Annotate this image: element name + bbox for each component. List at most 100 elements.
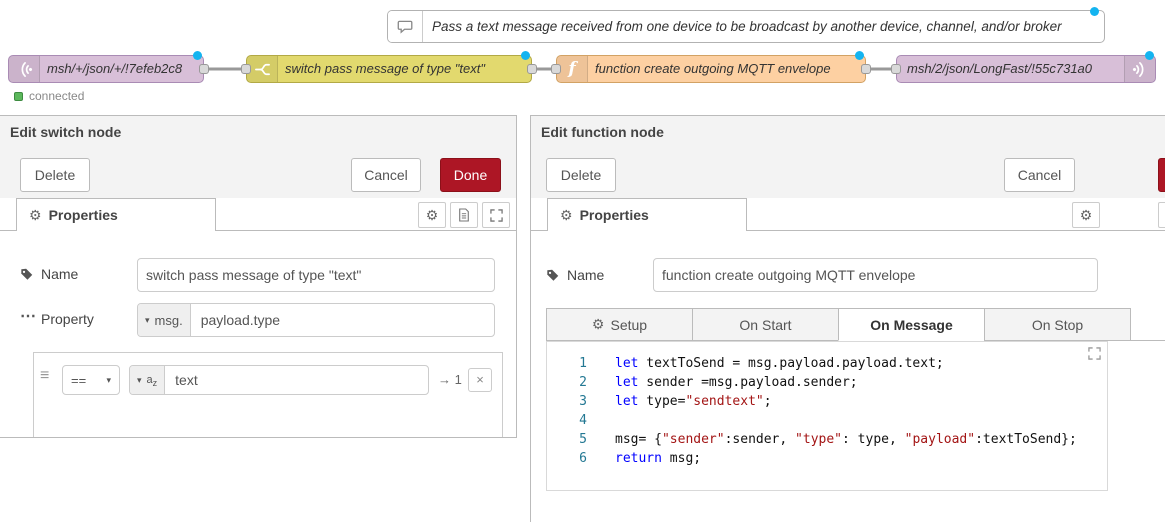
delete-button[interactable]: Delete xyxy=(20,158,90,192)
editor-gutter: 123456 xyxy=(547,342,599,490)
tab-label: On Stop xyxy=(1032,317,1083,333)
code-token: msg; xyxy=(662,451,701,466)
name-label: Name xyxy=(567,267,604,283)
rule-output-label: → 1 xyxy=(438,372,462,387)
mqtt-in-node[interactable]: msh/+/json/+/!7efeb2c8 xyxy=(8,55,204,83)
chevron-down-icon: ▾ xyxy=(137,375,142,386)
input-port[interactable] xyxy=(241,64,251,74)
typed-input-type-label: msg. xyxy=(155,313,183,328)
done-button[interactable]: Done xyxy=(1158,158,1165,192)
code-token: ; xyxy=(764,394,772,409)
name-input[interactable] xyxy=(137,258,495,292)
code-token: msg= { xyxy=(615,432,662,447)
code-line[interactable]: return msg; xyxy=(615,449,1107,468)
rule-typed-input: ▾ az xyxy=(129,365,429,395)
tag-icon xyxy=(546,268,560,287)
status-connected-icon xyxy=(14,92,23,101)
tab-properties[interactable]: ⚙ Properties xyxy=(547,198,747,231)
mqtt-out-node[interactable]: msh/2/json/LongFast/!55c731a0 xyxy=(896,55,1156,83)
tab-on-stop[interactable]: On Stop xyxy=(984,308,1131,341)
name-input[interactable] xyxy=(653,258,1098,292)
switch-node[interactable]: switch pass message of type "text" xyxy=(246,55,532,83)
rule-type-button[interactable]: ▾ az xyxy=(130,366,165,394)
panel-title: Edit switch node xyxy=(0,116,516,148)
remove-rule-button[interactable]: × xyxy=(468,368,492,392)
code-token: let xyxy=(615,356,638,371)
wifi-icon xyxy=(9,56,40,82)
tab-on-start[interactable]: On Start xyxy=(692,308,839,341)
changed-indicator xyxy=(193,51,202,60)
function-code-tabs: ⚙Setup On Start On Message On Stop xyxy=(546,308,1131,341)
code-line[interactable]: msg= {"sender":sender, "type": type, "pa… xyxy=(615,430,1107,449)
tab-setup[interactable]: ⚙Setup xyxy=(546,308,693,341)
gear-icon: ⚙ xyxy=(29,207,42,224)
chevron-down-icon: ▾ xyxy=(145,315,150,326)
function-edit-panel: Edit function node Delete Cancel Done ⚙ … xyxy=(530,115,1165,522)
code-token: : type, xyxy=(842,432,905,447)
comment-bubble-icon xyxy=(388,11,423,42)
code-editor[interactable]: 123456 let textToSend = msg.payload.payl… xyxy=(546,341,1108,491)
line-number: 5 xyxy=(547,430,599,449)
node-settings-button[interactable]: ⚙ xyxy=(418,202,446,228)
description-button[interactable] xyxy=(450,202,478,228)
input-port[interactable] xyxy=(551,64,561,74)
line-number: 4 xyxy=(547,411,599,430)
status-text: connected xyxy=(29,89,84,103)
input-port[interactable] xyxy=(891,64,901,74)
switch-edit-panel: Edit switch node Delete Cancel Done ⚙ Pr… xyxy=(0,115,517,438)
output-port[interactable] xyxy=(199,64,209,74)
rule-value-wrap xyxy=(165,366,428,394)
output-port[interactable] xyxy=(527,64,537,74)
name-label: Name xyxy=(41,266,78,282)
tab-properties[interactable]: ⚙ Properties xyxy=(16,198,216,231)
code-line[interactable]: let type="sendtext"; xyxy=(615,392,1107,411)
done-button[interactable]: Done xyxy=(440,158,501,192)
cancel-button[interactable]: Cancel xyxy=(1004,158,1075,192)
output-port[interactable] xyxy=(861,64,871,74)
code-token: "sendtext" xyxy=(685,394,763,409)
line-number: 1 xyxy=(547,354,599,373)
rule-value-input[interactable] xyxy=(173,371,420,389)
delete-button[interactable]: Delete xyxy=(546,158,616,192)
tab-label: Setup xyxy=(610,317,647,333)
node-label: function create outgoing MQTT envelope xyxy=(595,56,859,82)
code-token: return xyxy=(615,451,662,466)
expand-icon xyxy=(1088,347,1101,360)
rule-operator-value: == xyxy=(71,373,86,388)
editor-expand-button[interactable] xyxy=(1088,347,1101,364)
ellipsis-icon: ⋯ xyxy=(20,306,36,326)
expand-button[interactable] xyxy=(1158,202,1165,228)
line-number: 3 xyxy=(547,392,599,411)
editor-code: let textToSend = msg.payload.payload.tex… xyxy=(599,342,1107,490)
gear-icon: ⚙ xyxy=(1080,207,1093,224)
typed-input-type-button[interactable]: ▾ msg. xyxy=(138,304,191,336)
code-line[interactable]: let textToSend = msg.payload.payload.tex… xyxy=(615,354,1107,373)
function-node[interactable]: f function create outgoing MQTT envelope xyxy=(556,55,866,83)
code-line[interactable] xyxy=(615,411,1107,430)
chevron-down-icon: ▾ xyxy=(106,375,111,386)
doc-icon xyxy=(458,208,470,222)
gear-icon: ⚙ xyxy=(560,207,573,224)
code-token: type= xyxy=(638,394,685,409)
tab-label: On Start xyxy=(739,317,791,333)
tag-icon xyxy=(20,267,34,286)
property-input[interactable] xyxy=(199,311,486,329)
node-settings-button[interactable]: ⚙ xyxy=(1072,202,1100,228)
rules-list: ≡ == ▾ ▾ az → 1 × xyxy=(33,352,503,438)
line-number: 6 xyxy=(547,449,599,468)
property-value-wrap xyxy=(191,304,494,336)
property-typed-input: ▾ msg. xyxy=(137,303,495,337)
gear-icon: ⚙ xyxy=(426,207,439,224)
code-token: let xyxy=(615,375,638,390)
tab-on-message[interactable]: On Message xyxy=(838,308,985,341)
code-line[interactable]: let sender =msg.payload.sender; xyxy=(615,373,1107,392)
rule-operator-select[interactable]: == ▾ xyxy=(62,365,120,395)
cancel-button[interactable]: Cancel xyxy=(351,158,421,192)
changed-indicator xyxy=(1090,7,1099,16)
comment-label: Pass a text message received from one de… xyxy=(432,11,1094,42)
comment-node[interactable]: Pass a text message received from one de… xyxy=(387,10,1105,43)
drag-handle-icon[interactable]: ≡ xyxy=(40,368,49,384)
node-red-workspace: Pass a text message received from one de… xyxy=(0,0,1165,522)
tab-label: On Message xyxy=(870,317,952,333)
expand-button[interactable] xyxy=(482,202,510,228)
